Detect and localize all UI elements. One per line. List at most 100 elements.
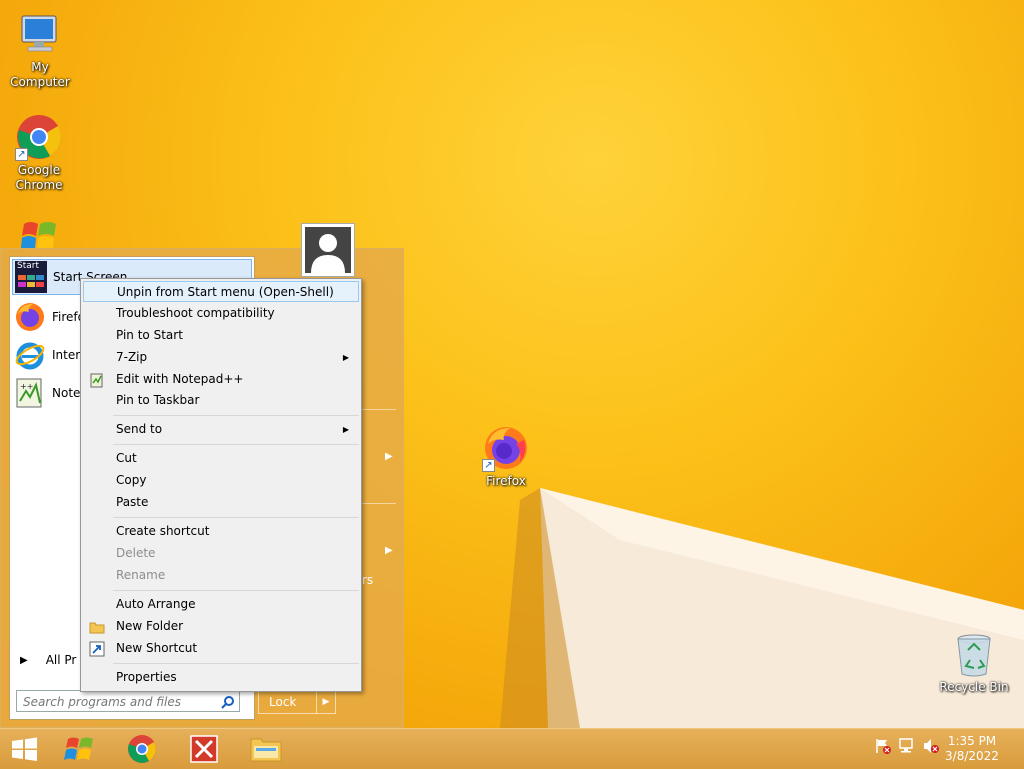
menu-item-label: New Folder [116,619,184,633]
windows-logo-icon [4,737,44,768]
submenu-arrow-icon: ▶ [385,545,393,556]
menu-separator [113,415,359,416]
shortcut-arrow-icon: ↗ [15,148,28,161]
desktop-icon-google-chrome[interactable]: ↗ Google Chrome [0,113,78,193]
firefox-icon [14,301,46,333]
clock-time: 1:35 PM [947,734,997,748]
taskbar-close-app-button[interactable] [184,733,224,765]
menu-item-properties[interactable]: Properties [83,667,359,688]
menu-item-delete: Delete [83,543,359,564]
user-avatar[interactable] [301,223,355,277]
right-column-separator [362,503,396,504]
menu-item-label: Copy [116,473,147,487]
menu-item-auto-arrange[interactable]: Auto Arrange [83,594,359,615]
notepad-plus-plus-icon [89,372,105,388]
desktop-icon-recycle-bin[interactable]: Recycle Bin [934,630,1014,695]
file-explorer-icon [246,738,286,768]
windows-flag-icon [60,737,100,768]
red-x-icon [184,735,224,768]
search-icon[interactable] [221,694,235,716]
desktop-icon-label: Google Chrome [15,163,63,192]
menu-separator [113,663,359,664]
desktop-icon-firefox[interactable]: ↗ Firefox [466,424,546,489]
menu-item-new-folder[interactable]: New Folder [83,616,359,637]
clock-date: 3/8/2022 [945,749,999,763]
search-input[interactable]: Search programs and files [16,690,240,712]
start-screen-icon-text: Start [17,261,39,271]
menu-item-label: Create shortcut [116,524,210,538]
menu-item-label: Pin to Start [116,328,183,342]
menu-item-label: Cut [116,451,137,465]
search-placeholder: Search programs and files [23,695,181,709]
firefox-icon: ↗ [482,424,530,472]
svg-text:++: ++ [20,382,33,391]
network-icon[interactable] [898,737,916,758]
taskbar-chrome-button[interactable] [122,733,162,765]
desktop-icon-label: Firefox [486,474,526,488]
context-menu: Unpin from Start menu (Open-Shell) Troub… [80,278,362,692]
menu-item-paste[interactable]: Paste [83,492,359,513]
triangle-right-icon: ▶ [20,654,28,666]
start-button[interactable] [4,733,44,765]
folder-icon [89,619,105,635]
menu-item-new-shortcut[interactable]: New Shortcut [83,638,359,659]
menu-item-rename: Rename [83,565,359,586]
speaker-muted-icon[interactable] [922,737,940,758]
menu-item-troubleshoot-compatibility[interactable]: Troubleshoot compatibility [83,303,359,324]
menu-item-label: Unpin from Start menu (Open-Shell) [117,285,334,299]
menu-item-label: Rename [116,568,166,582]
chevron-right-icon[interactable]: ▶ [316,691,335,713]
taskbar: 1:35 PM 3/8/2022 [0,728,1024,769]
desktop-icon-my-computer[interactable]: My Computer [0,10,80,90]
all-programs-button[interactable]: ▶ All Pr [20,653,76,667]
menu-item-unpin-from-start-menu[interactable]: Unpin from Start menu (Open-Shell) [83,281,359,302]
desktop-icon-windows-partial[interactable] [10,214,70,248]
internet-explorer-icon [14,339,46,371]
desktop-icon-label: Recycle Bin [939,680,1009,694]
right-column-separator [362,409,396,410]
shortcut-icon [89,641,105,657]
menu-item-label: Troubleshoot compatibility [116,306,275,320]
shortcut-arrow-icon: ↗ [482,459,495,472]
menu-separator [113,444,359,445]
menu-item-label: Auto Arrange [116,597,196,611]
menu-item-label: New Shortcut [116,641,198,655]
menu-item-pin-to-start[interactable]: Pin to Start [83,325,359,346]
user-silhouette-icon [305,227,351,273]
menu-item-label: Properties [116,670,177,684]
submenu-arrow-icon: ▶ [342,353,349,362]
menu-item-label: Delete [116,546,156,560]
menu-item-label: Send to [116,422,163,436]
start-screen-icon: Start [15,261,47,293]
submenu-arrow-icon: ▶ [385,451,393,462]
chrome-icon: ↗ [15,113,63,161]
menu-item-pin-to-taskbar[interactable]: Pin to Taskbar [83,390,359,411]
computer-icon [16,10,64,58]
taskbar-windows-flag-button[interactable] [60,733,100,765]
lock-button[interactable]: Lock ▶ [258,690,336,714]
action-center-flag-icon[interactable] [874,737,892,758]
menu-item-edit-with-notepad[interactable]: Edit with Notepad++ [83,369,359,390]
taskbar-file-explorer-button[interactable] [246,733,286,765]
menu-item-send-to[interactable]: Send to ▶ [83,419,359,440]
menu-item-copy[interactable]: Copy [83,470,359,491]
all-programs-label: All Pr [45,653,77,667]
menu-separator [113,590,359,591]
menu-item-label: Edit with Notepad++ [116,372,244,386]
right-column-text-fragment: rs [362,573,374,587]
lock-label: Lock [269,695,297,709]
menu-item-cut[interactable]: Cut [83,448,359,469]
recycle-bin-icon [950,630,998,678]
chrome-icon [122,735,162,768]
taskbar-clock[interactable]: 1:35 PM 3/8/2022 [942,734,1002,764]
desktop-icon-label: My Computer [10,60,70,89]
submenu-arrow-icon: ▶ [342,425,349,434]
notepad-plus-plus-icon: ++ [14,377,46,409]
menu-item-label: 7-Zip [116,350,148,364]
menu-item-label: Pin to Taskbar [116,393,200,407]
menu-item-create-shortcut[interactable]: Create shortcut [83,521,359,542]
menu-separator [113,517,359,518]
menu-item-7zip[interactable]: 7-Zip ▶ [83,347,359,368]
menu-item-label: Paste [116,495,149,509]
windows-flag-icon [16,214,64,248]
